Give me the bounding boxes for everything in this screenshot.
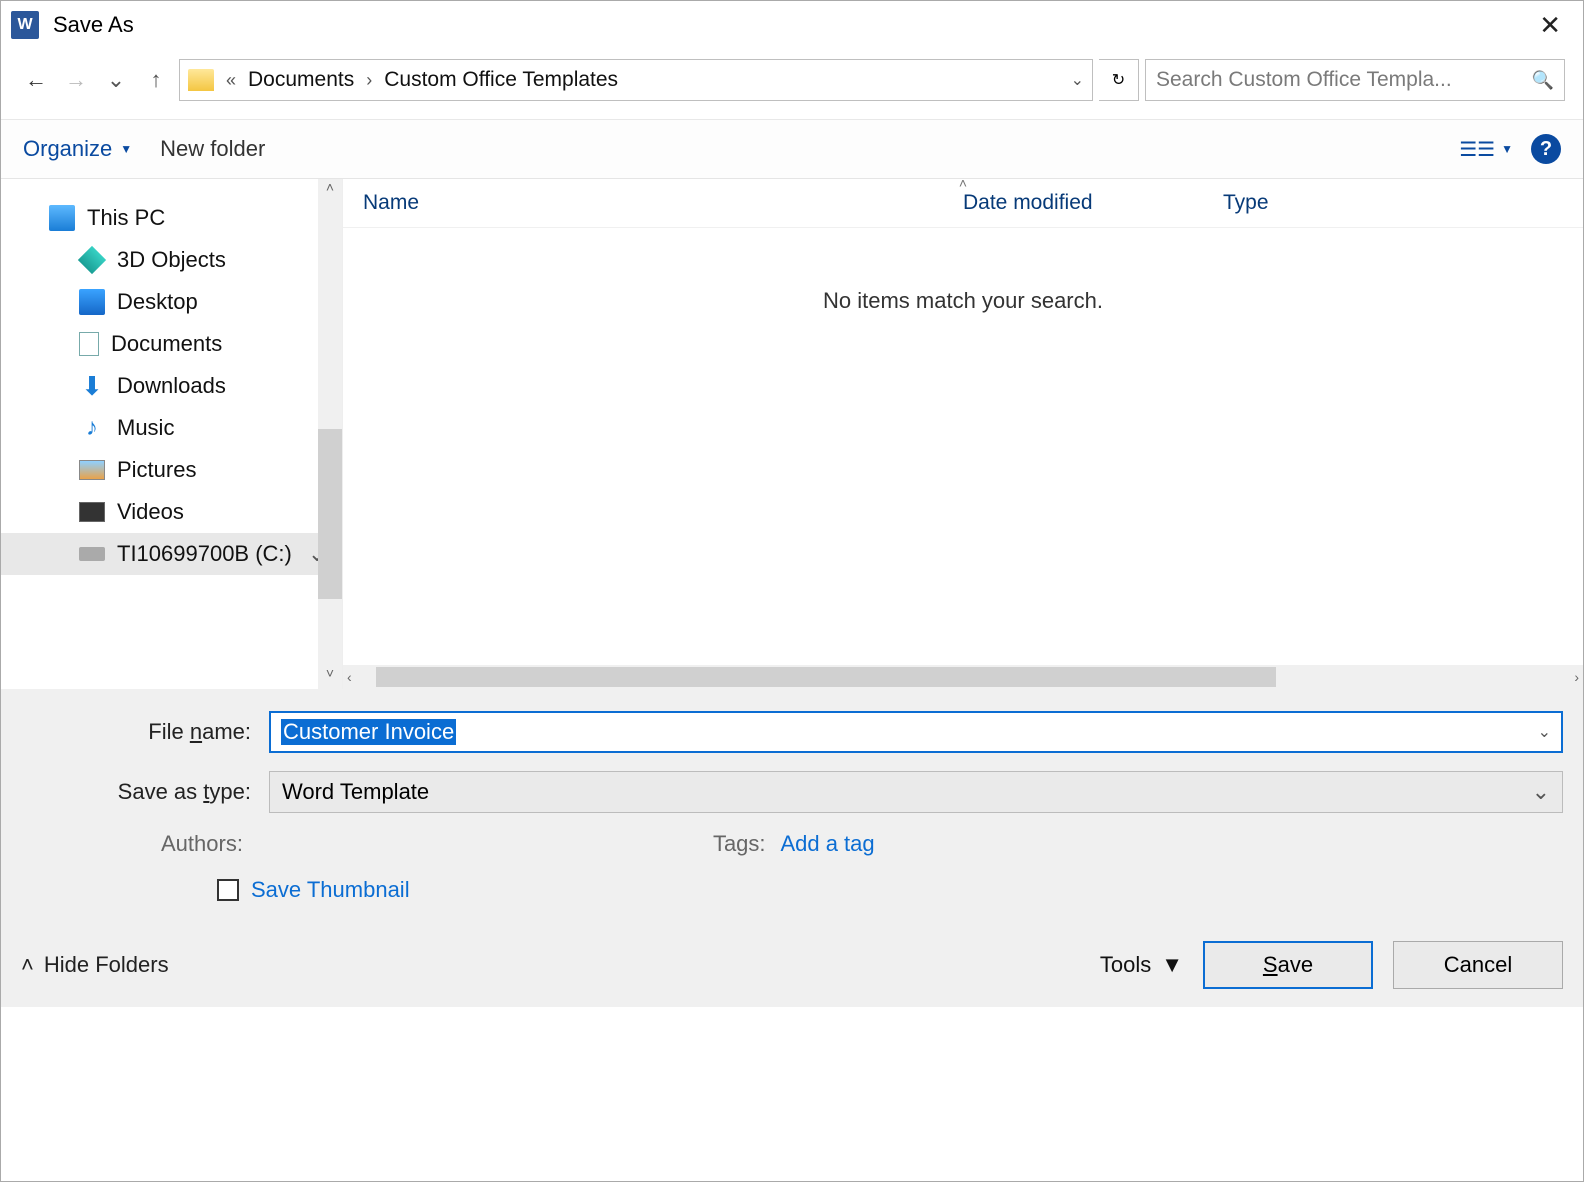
empty-message: No items match your search. (343, 288, 1583, 314)
tree-node-pictures[interactable]: Pictures (1, 449, 342, 491)
nav-row: ← → ⌄ ↑ « Documents › Custom Office Temp… (1, 49, 1583, 120)
tree-node-drive-c[interactable]: TI10699700B (C:) ⌄ (1, 533, 342, 575)
search-input[interactable]: Search Custom Office Templa... 🔍 (1145, 59, 1565, 101)
videos-icon (79, 502, 105, 522)
chevron-down-icon: ▼ (120, 142, 132, 156)
tree-node-downloads[interactable]: ⬇ Downloads (1, 365, 342, 407)
metadata-row: Authors: Tags: Add a tag (21, 831, 1563, 857)
music-icon: ♪ (79, 415, 105, 441)
chevron-up-icon: ˄ (21, 952, 34, 978)
nav-forward-button[interactable]: → (59, 63, 93, 97)
pc-icon (49, 205, 75, 231)
tree-label: Documents (111, 331, 222, 357)
filename-input[interactable]: Customer Invoice ⌄ (269, 711, 1563, 753)
nav-recent-dropdown[interactable]: ⌄ (99, 63, 133, 97)
scroll-down-icon[interactable]: ˅ (318, 665, 342, 689)
title-bar: W Save As ✕ (1, 1, 1583, 49)
authors-label: Authors: (161, 831, 243, 856)
file-listing: ˄ Name Date modified Type No items match… (343, 179, 1583, 689)
col-name[interactable]: Name (363, 191, 963, 215)
tree-label: This PC (87, 205, 165, 231)
chevron-down-icon: ▼ (1161, 952, 1183, 978)
tree-label: Pictures (117, 457, 196, 483)
scroll-left-icon[interactable]: ‹ (347, 669, 352, 685)
col-type[interactable]: Type (1223, 191, 1563, 215)
add-tag-link[interactable]: Add a tag (780, 831, 874, 856)
filetype-value: Word Template (282, 779, 429, 805)
address-expand[interactable]: ⌄ (1071, 70, 1084, 90)
drive-icon (79, 547, 105, 561)
close-button[interactable]: ✕ (1527, 10, 1573, 41)
col-date[interactable]: Date modified (963, 191, 1223, 215)
scroll-up-icon[interactable]: ˄ (318, 179, 342, 203)
list-view-icon: ☰☰ (1459, 137, 1495, 162)
save-button[interactable]: Save (1203, 941, 1373, 989)
chevron-down-icon: ▼ (1501, 142, 1513, 156)
nav-up-button[interactable]: ↑ (139, 63, 173, 97)
tags-label: Tags: (713, 831, 766, 856)
organize-label: Organize (23, 136, 112, 162)
tools-label: Tools (1100, 952, 1151, 978)
tree-node-videos[interactable]: Videos (1, 491, 342, 533)
breadcrumb-documents[interactable]: Documents (248, 68, 354, 92)
cube-icon (78, 246, 106, 274)
chevron-down-icon: ⌄ (1532, 779, 1550, 805)
folder-tree: This PC 3D Objects Desktop Documents ⬇ D… (1, 179, 343, 689)
tree-scrollbar[interactable]: ˄ ˅ (318, 179, 342, 689)
tree-node-desktop[interactable]: Desktop (1, 281, 342, 323)
tree-node-3d[interactable]: 3D Objects (1, 239, 342, 281)
save-thumbnail-checkbox[interactable] (217, 879, 239, 901)
download-icon: ⬇ (79, 373, 105, 399)
filetype-label: Save as type: (21, 779, 251, 805)
filetype-dropdown[interactable]: Word Template ⌄ (269, 771, 1563, 813)
hide-folders-toggle[interactable]: ˄ Hide Folders (21, 952, 169, 978)
tools-menu[interactable]: Tools ▼ (1100, 952, 1183, 978)
search-placeholder: Search Custom Office Templa... (1156, 68, 1452, 92)
chevron-down-icon[interactable]: ⌄ (1538, 722, 1551, 742)
new-folder-button[interactable]: New folder (160, 136, 265, 162)
desktop-icon (79, 289, 105, 315)
tree-node-documents[interactable]: Documents (1, 323, 342, 365)
tree-label: Videos (117, 499, 184, 525)
tree-label: Music (117, 415, 174, 441)
hide-folders-label: Hide Folders (44, 952, 169, 978)
footer-row: ˄ Hide Folders Tools ▼ Save Cancel (21, 941, 1563, 989)
filename-label: File name: (21, 719, 251, 745)
bottom-panel: File name: Customer Invoice ⌄ Save as ty… (1, 689, 1583, 1007)
pictures-icon (79, 460, 105, 480)
help-button[interactable]: ? (1531, 134, 1561, 164)
sort-indicator-icon: ˄ (959, 175, 967, 191)
refresh-button[interactable]: ↻ (1099, 59, 1139, 101)
tree-label: 3D Objects (117, 247, 226, 273)
window-title: Save As (53, 12, 134, 38)
scrollbar-thumb[interactable] (318, 429, 342, 599)
browser-area: This PC 3D Objects Desktop Documents ⬇ D… (1, 179, 1583, 689)
save-thumbnail-label[interactable]: Save Thumbnail (251, 877, 410, 903)
file-hscrollbar[interactable]: ‹ › (343, 665, 1583, 689)
tree-label: Desktop (117, 289, 198, 315)
documents-icon (79, 332, 99, 356)
chevron-right-icon[interactable]: › (366, 70, 372, 91)
breadcrumb-templates[interactable]: Custom Office Templates (384, 68, 618, 92)
tree-node-thispc[interactable]: This PC (1, 197, 342, 239)
scrollbar-thumb[interactable] (376, 667, 1276, 687)
scroll-right-icon[interactable]: › (1574, 669, 1579, 685)
address-bar[interactable]: « Documents › Custom Office Templates ⌄ (179, 59, 1093, 101)
nav-back-button[interactable]: ← (19, 63, 53, 97)
organize-menu[interactable]: Organize ▼ (23, 136, 132, 162)
tree-label: Downloads (117, 373, 226, 399)
search-icon: 🔍 (1532, 70, 1554, 91)
toolbar: Organize ▼ New folder ☰☰ ▼ ? (1, 120, 1583, 179)
tree-label: TI10699700B (C:) (117, 541, 292, 567)
view-options-button[interactable]: ☰☰ ▼ (1459, 137, 1513, 162)
filename-value: Customer Invoice (281, 719, 456, 745)
breadcrumb-prefix-icon: « (226, 70, 236, 91)
tree-node-music[interactable]: ♪ Music (1, 407, 342, 449)
cancel-button[interactable]: Cancel (1393, 941, 1563, 989)
word-icon: W (11, 11, 39, 39)
folder-icon (188, 69, 214, 91)
